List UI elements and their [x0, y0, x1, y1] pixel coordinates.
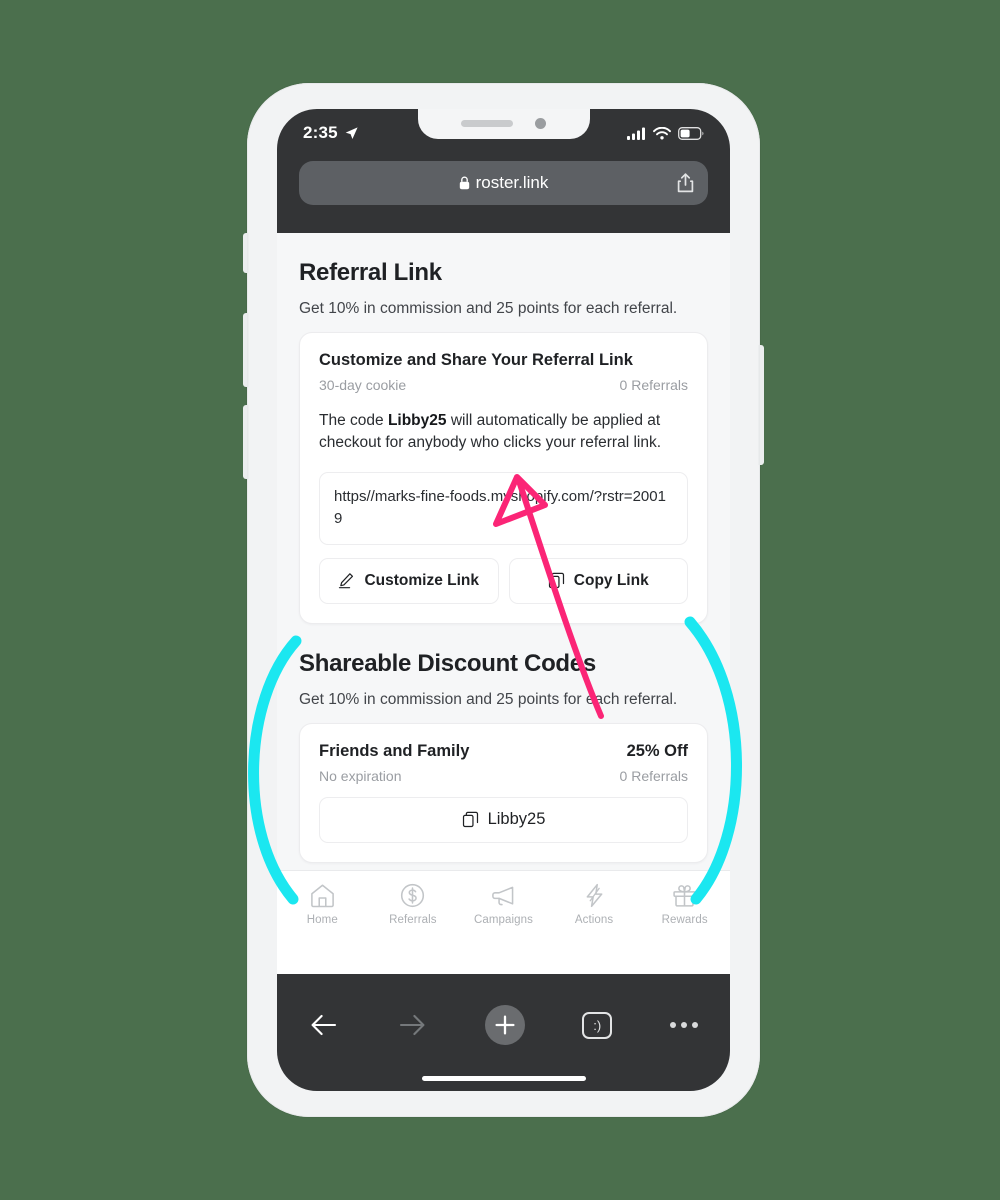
address-bar[interactable]: roster.link [299, 161, 708, 205]
referral-card-title: Customize and Share Your Referral Link [319, 351, 633, 369]
tab-home[interactable]: Home [279, 882, 365, 926]
share-icon[interactable] [677, 173, 694, 193]
dot [670, 1022, 676, 1028]
customize-link-label: Customize Link [364, 571, 480, 589]
address-bar-center: roster.link [313, 173, 694, 193]
tab-actions[interactable]: Actions [551, 882, 637, 926]
plus-icon [494, 1015, 515, 1035]
discount-code-value: Libby25 [487, 810, 546, 829]
customize-link-button[interactable]: Customize Link [319, 557, 499, 604]
discount-referral-count-label: 0 Referrals [619, 767, 688, 784]
status-time-group: 2:35 [303, 123, 359, 143]
referral-url-field[interactable]: https//marks-fine-foods.myshopify.com/?r… [319, 471, 688, 545]
new-tab-button[interactable] [484, 1005, 525, 1045]
tab-referrals-label: Referrals [389, 914, 437, 926]
lock-icon [459, 176, 469, 190]
forward-arrow-icon[interactable] [397, 1012, 427, 1038]
discount-code-amount: 25% Off [626, 741, 688, 760]
status-time-label: 2:35 [303, 123, 338, 142]
cookie-duration-label: 30-day cookie [319, 377, 407, 393]
silent-switch[interactable] [243, 233, 249, 273]
discount-card-meta-row: No expiration 0 Referrals [319, 768, 688, 784]
discount-expiration-label: No expiration [319, 767, 402, 784]
wifi-icon [653, 126, 671, 139]
tab-actions-label: Actions [574, 914, 614, 926]
browser-tools-row: :) [277, 974, 730, 1076]
referral-link-subtitle: Get 10% in commission and 25 points for … [299, 300, 678, 317]
tab-campaigns-label: Campaigns [473, 914, 534, 926]
earpiece-speaker [461, 119, 513, 127]
tabs-overview-button[interactable]: :) [582, 1011, 613, 1039]
discount-code-card: Friends and Family 25% Off No expiration… [299, 722, 708, 863]
description-code: Libby25 [387, 412, 447, 429]
home-indicator [421, 1076, 586, 1081]
battery-icon [678, 126, 704, 140]
referral-card-meta-row: 30-day cookie 0 Referrals [319, 377, 688, 393]
screenshot-stage: 2:35 roster.link Referral Link Get 10% i… [0, 0, 1000, 1200]
description-prefix: The code [319, 412, 388, 429]
copy-link-label: Copy Link [573, 571, 649, 589]
gift-icon [673, 885, 696, 907]
copy-icon [462, 812, 478, 828]
url-bar-container: roster.link [277, 157, 730, 205]
referral-link-heading: Referral Link [299, 259, 442, 286]
browser-bottom-toolbar: :) [277, 974, 730, 1091]
more-dots-icon[interactable] [670, 1022, 698, 1028]
tab-campaigns[interactable]: Campaigns [460, 882, 546, 926]
dot [692, 1022, 698, 1028]
lightning-bolt-icon [586, 883, 602, 908]
tab-rewards-label: Rewards [661, 914, 708, 926]
address-bar-domain: roster.link [475, 173, 549, 192]
iphone-device-frame: 2:35 roster.link Referral Link Get 10% i… [243, 83, 764, 1117]
web-page-content: Referral Link Get 10% in commission and … [277, 233, 730, 970]
tabs-smiley-label: :) [593, 1017, 602, 1033]
cellular-signal-icon [627, 127, 645, 140]
power-button[interactable] [758, 345, 764, 465]
location-arrow-icon [345, 126, 358, 139]
dollar-circle-icon [401, 883, 425, 908]
volume-down-button[interactable] [243, 405, 249, 479]
discount-codes-subtitle: Get 10% in commission and 25 points for … [299, 690, 678, 708]
copy-icon [548, 573, 564, 589]
tab-home-label: Home [306, 914, 338, 926]
device-notch [417, 109, 590, 139]
copy-discount-code-button[interactable]: Libby25 [319, 796, 688, 843]
referral-actions-row: Customize Link Copy Link [319, 557, 688, 604]
dot [681, 1022, 687, 1028]
phone-screen: 2:35 roster.link Referral Link Get 10% i… [277, 109, 730, 1091]
back-arrow-icon[interactable] [309, 1012, 339, 1038]
discount-codes-heading: Shareable Discount Codes [299, 649, 596, 677]
discount-card-title-row: Friends and Family 25% Off [319, 742, 688, 761]
status-indicators [627, 126, 704, 140]
discount-code-name: Friends and Family [319, 741, 470, 760]
home-icon [310, 884, 334, 908]
volume-up-button[interactable] [243, 313, 249, 387]
tab-rewards[interactable]: Rewards [642, 882, 728, 926]
referral-count-label: 0 Referrals [619, 377, 688, 393]
referral-link-card: Customize and Share Your Referral Link 3… [299, 332, 708, 624]
copy-link-button[interactable]: Copy Link [508, 557, 688, 604]
app-tab-bar: Home Referrals Campaigns Actions Rewards [277, 870, 730, 974]
megaphone-icon [492, 886, 514, 906]
front-camera [535, 117, 546, 129]
tab-referrals[interactable]: Referrals [370, 882, 456, 926]
browser-top-chrome: 2:35 roster.link [277, 109, 730, 233]
pencil-edit-icon [339, 573, 354, 589]
referral-card-description: The code Libby25 will automatically be a… [319, 410, 688, 455]
